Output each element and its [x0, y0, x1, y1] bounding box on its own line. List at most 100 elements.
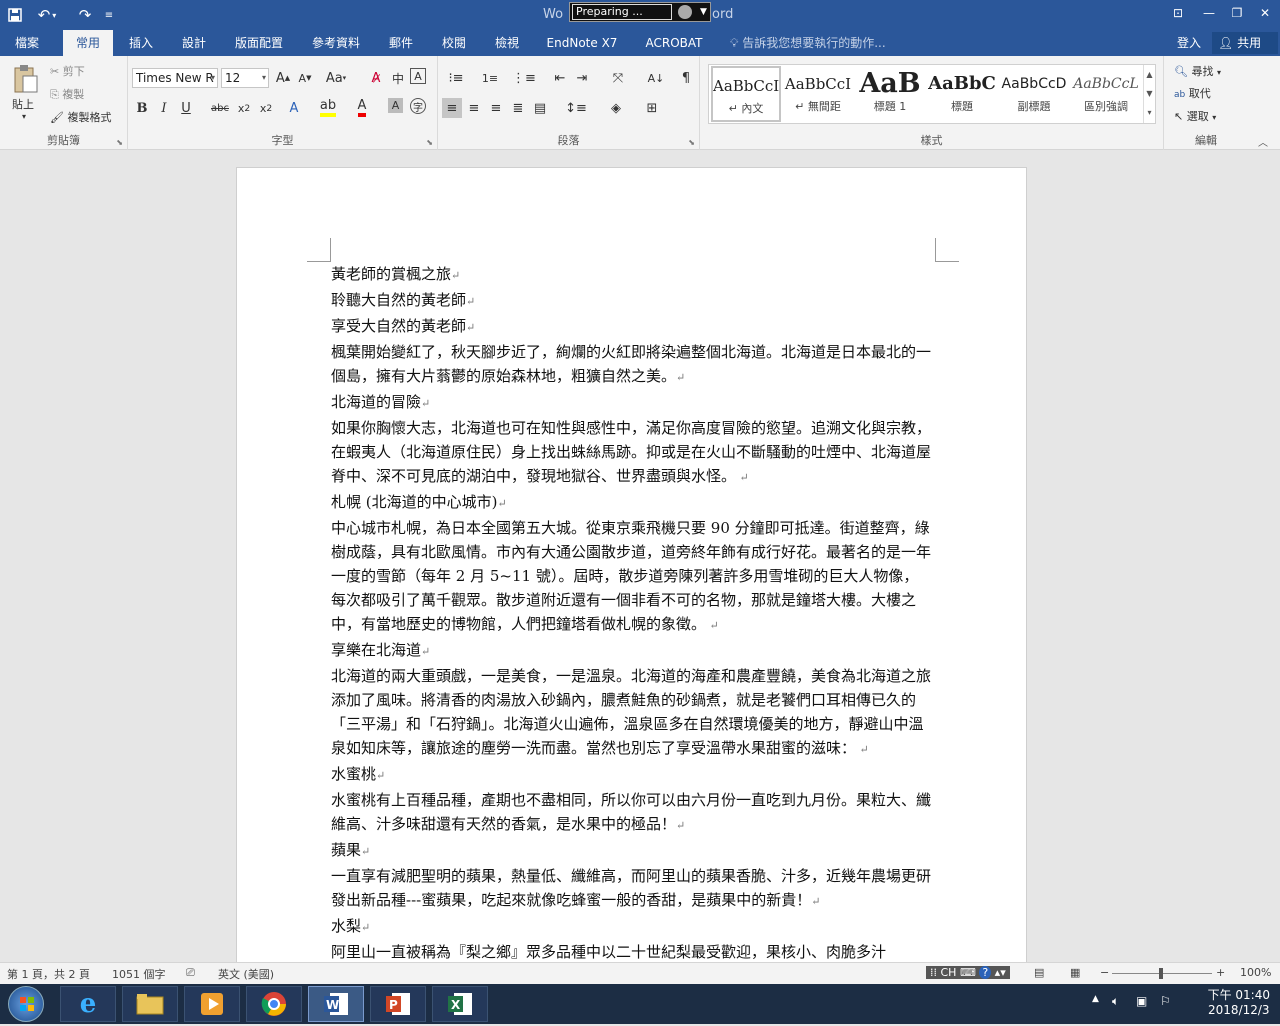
customize-toolbar-icon[interactable]: ≡: [98, 4, 120, 26]
decrease-indent-icon[interactable]: ⇤: [550, 68, 570, 88]
chevron-down-icon[interactable]: ▾: [262, 69, 266, 87]
redo-icon[interactable]: ↷: [72, 4, 98, 26]
replace-button[interactable]: ab 取代: [1174, 85, 1211, 101]
increase-indent-icon[interactable]: ⇥: [572, 68, 592, 88]
character-border-icon[interactable]: A: [410, 68, 426, 84]
paste-icon[interactable]: [10, 62, 40, 96]
taskbar-explorer[interactable]: [122, 986, 178, 1022]
select-button[interactable]: ↖ 選取 ▾: [1174, 108, 1216, 124]
clear-formatting-icon[interactable]: A̷: [366, 68, 386, 88]
doc-paragraph[interactable]: 北海道的兩大重頭戲，一是美食，一是溫泉。北海道的海產和農產豐饒，美食為北海道之旅…: [331, 664, 931, 762]
doc-paragraph[interactable]: 北海道的冒險↵: [331, 390, 931, 416]
style-normal[interactable]: AaBbCcI ↵ 內文: [711, 66, 781, 122]
bold-icon[interactable]: B: [132, 98, 152, 118]
style-no-spacing[interactable]: AaBbCcI ↵ 無間距: [783, 66, 853, 122]
taskbar-ie[interactable]: e: [60, 986, 116, 1022]
styles-scroll[interactable]: ▲ ▼ ▾: [1143, 65, 1155, 123]
tab-insert[interactable]: 插入: [117, 30, 165, 56]
align-left-icon[interactable]: ≡: [442, 98, 462, 118]
undo-icon[interactable]: ↶ ▾: [32, 4, 62, 26]
doc-paragraph[interactable]: 聆聽大自然的黃老師↵: [331, 288, 931, 314]
read-mode-icon[interactable]: ▤: [1034, 966, 1044, 979]
tab-view[interactable]: 檢視: [486, 30, 528, 56]
line-spacing-icon[interactable]: ↕≡: [562, 98, 590, 118]
minimize-button[interactable]: —: [1196, 3, 1222, 23]
document-body[interactable]: 黃老師的賞楓之旅↵ 聆聽大自然的黃老師↵ 享受大自然的黃老師↵ 楓葉開始變紅了，…: [331, 262, 931, 962]
zoom-out-icon[interactable]: −: [1100, 966, 1109, 979]
tray-expand-icon[interactable]: ▲: [1092, 994, 1099, 1004]
ime-indicator[interactable]: ⁞⁞ CH ⌨ ? ▴▾: [926, 966, 1010, 979]
doc-paragraph[interactable]: 札幌 (北海道的中心城市)↵: [331, 490, 931, 516]
numbering-icon[interactable]: 1≡: [476, 68, 504, 88]
distributed-icon[interactable]: ▤: [530, 98, 550, 118]
doc-paragraph[interactable]: 蘋果↵: [331, 838, 931, 864]
character-shading-icon[interactable]: A: [388, 98, 403, 113]
zoom-level[interactable]: 100%: [1240, 966, 1271, 979]
format-painter-button[interactable]: 🖌︎ 複製格式: [50, 109, 111, 125]
change-case-icon[interactable]: Aa ▾: [323, 68, 349, 88]
page-count[interactable]: 第 1 頁，共 2 頁: [7, 966, 90, 982]
asian-layout-icon[interactable]: ⤧: [604, 68, 632, 88]
tab-endnote[interactable]: EndNote X7: [541, 30, 623, 56]
dialog-launcher-icon[interactable]: ⬊: [426, 138, 433, 147]
document-page[interactable]: 黃老師的賞楓之旅↵ 聆聽大自然的黃老師↵ 享受大自然的黃老師↵ 楓葉開始變紅了，…: [236, 167, 1027, 962]
find-button[interactable]: 🔍︎ 尋找 ▾: [1174, 63, 1221, 79]
borders-icon[interactable]: ⊞: [638, 98, 666, 118]
doc-paragraph[interactable]: 水蜜桃↵: [331, 762, 931, 788]
collapse-ribbon-icon[interactable]: ︿: [1258, 134, 1268, 149]
taskbar-excel[interactable]: X: [432, 986, 488, 1022]
doc-paragraph[interactable]: 黃老師的賞楓之旅↵: [331, 262, 931, 288]
doc-paragraph[interactable]: 享受大自然的黃老師↵: [331, 314, 931, 340]
sign-in-link[interactable]: 登入: [1177, 30, 1201, 56]
style-title[interactable]: AaBbC 標題: [927, 66, 997, 122]
align-center-icon[interactable]: ≡: [464, 98, 484, 118]
tab-home[interactable]: 常用: [63, 30, 113, 56]
print-layout-icon[interactable]: ▦: [1070, 966, 1080, 979]
chevron-down-icon[interactable]: ▾: [211, 69, 215, 87]
language-indicator[interactable]: 英文 (美國): [218, 966, 274, 982]
italic-icon[interactable]: I: [154, 98, 174, 118]
doc-paragraph[interactable]: 享樂在北海道↵: [331, 638, 931, 664]
doc-paragraph[interactable]: 楓葉開始變紅了，秋天腳步近了，絢爛的火紅即將染遍整個北海道。北海道是日本最北的一…: [331, 340, 931, 390]
proofing-icon[interactable]: ⎚: [186, 966, 195, 980]
tab-design[interactable]: 設計: [170, 30, 218, 56]
taskbar-word[interactable]: W: [308, 986, 364, 1022]
grow-font-icon[interactable]: A ▲: [273, 68, 293, 88]
superscript-icon[interactable]: x2: [256, 98, 276, 118]
ribbon-display-options-icon[interactable]: ⊡: [1165, 3, 1191, 23]
tab-references[interactable]: 參考資料: [302, 30, 370, 56]
taskbar-media-player[interactable]: [184, 986, 240, 1022]
notification-icon[interactable]: ⚐: [1160, 994, 1171, 1008]
start-button[interactable]: [8, 986, 44, 1022]
taskbar-chrome[interactable]: [246, 986, 302, 1022]
bullets-icon[interactable]: ⁝≡: [442, 68, 470, 88]
justify-icon[interactable]: ≣: [508, 98, 528, 118]
show-marks-icon[interactable]: ¶: [676, 68, 696, 88]
copy-button[interactable]: ⎘ 複製: [50, 86, 84, 102]
share-button[interactable]: 👤︎ 共用: [1212, 32, 1278, 54]
tab-acrobat[interactable]: ACROBAT: [636, 30, 712, 56]
dialog-launcher-icon[interactable]: ⬊: [116, 138, 123, 147]
text-effects-icon[interactable]: A: [284, 98, 304, 118]
paste-dropdown-icon[interactable]: ▾: [22, 112, 26, 121]
tell-me-search[interactable]: 💡︎ 告訴我您想要執行的動作...: [730, 30, 886, 56]
tab-review[interactable]: 校閱: [433, 30, 475, 56]
tab-mailings[interactable]: 郵件: [380, 30, 422, 56]
zoom-slider-thumb[interactable]: [1159, 968, 1163, 979]
style-heading-1[interactable]: AaB 標題 1: [855, 66, 925, 122]
font-name-combo[interactable]: Times New R ▾: [132, 68, 218, 88]
phonetic-guide-icon[interactable]: 中: [388, 68, 408, 88]
dialog-launcher-icon[interactable]: ⬊: [688, 138, 695, 147]
highlight-icon[interactable]: ab: [318, 98, 338, 118]
underline-icon[interactable]: U: [176, 98, 196, 118]
doc-paragraph[interactable]: 水梨↵: [331, 914, 931, 940]
enclose-characters-icon[interactable]: 字: [410, 98, 426, 114]
zoom-in-icon[interactable]: +: [1216, 966, 1225, 979]
tab-layout[interactable]: 版面配置: [227, 30, 291, 56]
shading-icon[interactable]: ◈: [602, 98, 630, 118]
volume-icon[interactable]: 🔈︎: [1112, 994, 1119, 1009]
shrink-font-icon[interactable]: A ▼: [295, 68, 315, 88]
system-clock[interactable]: 下午 01:40 2018/12/3: [1208, 988, 1270, 1018]
font-color-icon[interactable]: A: [352, 98, 372, 118]
chevron-down-icon[interactable]: ▼: [700, 7, 707, 17]
